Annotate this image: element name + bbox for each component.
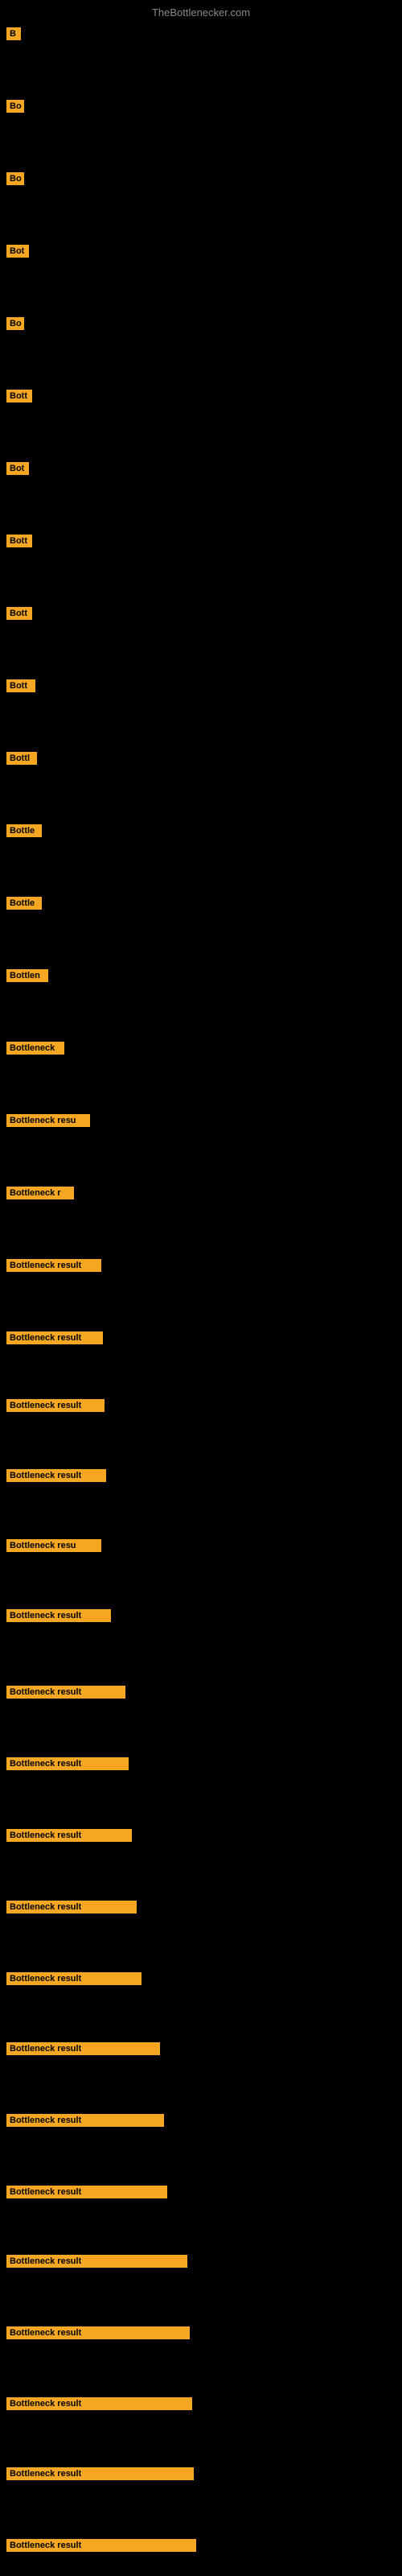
item-label: Bottleneck result <box>6 1259 101 1272</box>
list-item: B <box>0 23 402 45</box>
list-item: Bot <box>0 457 402 480</box>
item-label: Bottleneck result <box>6 1757 129 1770</box>
item-label: Bottleneck result <box>6 1331 103 1344</box>
item-label: Bottleneck r <box>6 1187 74 1199</box>
list-item: Bottle <box>0 892 402 914</box>
list-item: Bottleneck resu <box>0 1534 402 1557</box>
list-item: Bottleneck result <box>0 1824 402 1847</box>
list-item: Bottleneck result <box>0 1394 402 1417</box>
item-label: Bottleneck result <box>6 1609 111 1622</box>
item-label: Bottleneck result <box>6 1972 142 1985</box>
list-item: Bottleneck resu <box>0 1109 402 1132</box>
item-label: Bottleneck result <box>6 2397 192 2410</box>
item-label: Bottleneck result <box>6 1829 132 1842</box>
list-item: Bottleneck result <box>0 1681 402 1703</box>
item-label: Bott <box>6 679 35 692</box>
list-item: Bottleneck r <box>0 1182 402 1204</box>
list-item: Bottleneck result <box>0 2037 402 2060</box>
list-item: Bottleneck result <box>0 2462 402 2485</box>
item-label: Bott <box>6 607 32 620</box>
item-label: Bottleneck result <box>6 2114 164 2127</box>
list-item: Bott <box>0 675 402 697</box>
item-label: Bottlen <box>6 969 48 982</box>
list-item: Bottleneck result <box>0 1752 402 1775</box>
item-label: Bott <box>6 390 32 402</box>
item-label: Bottleneck result <box>6 1686 125 1699</box>
list-item: Bottleneck result <box>0 1604 402 1627</box>
item-label: Bottleneck result <box>6 2042 160 2055</box>
item-label: Bottle <box>6 897 42 910</box>
list-item: Bottleneck result <box>0 1464 402 1487</box>
item-label: Bo <box>6 172 24 185</box>
list-item: Bottleneck result <box>0 2322 402 2344</box>
list-item: Bott <box>0 385 402 407</box>
item-label: Bo <box>6 317 24 330</box>
item-label: Bottleneck result <box>6 1469 106 1482</box>
list-item: Bottleneck result <box>0 1327 402 1349</box>
list-item: Bottleneck <box>0 1037 402 1059</box>
item-label: Bottleneck result <box>6 2255 187 2268</box>
list-item: Bott <box>0 602 402 625</box>
item-label: Bottleneck <box>6 1042 64 1055</box>
item-label: Bottleneck result <box>6 2467 194 2480</box>
list-item: Bot <box>0 240 402 262</box>
item-label: Bottl <box>6 752 37 765</box>
list-item: Bottlen <box>0 964 402 987</box>
list-item: Bottl <box>0 747 402 770</box>
list-item: Bottle <box>0 819 402 842</box>
item-label: Bottle <box>6 824 42 837</box>
list-item: Bottleneck result <box>0 2109 402 2132</box>
list-item: Bott <box>0 530 402 552</box>
item-label: Bottleneck result <box>6 1901 137 1913</box>
list-item: Bo <box>0 167 402 190</box>
list-item: Bottleneck result <box>0 1967 402 1990</box>
item-label: Bottleneck result <box>6 1399 105 1412</box>
item-label: Bottleneck result <box>6 2186 167 2198</box>
list-item: Bottleneck result <box>0 2392 402 2415</box>
list-item: Bo <box>0 95 402 118</box>
list-item: Bottleneck result <box>0 2181 402 2203</box>
item-label: Bottleneck resu <box>6 1114 90 1127</box>
item-label: Bot <box>6 462 29 475</box>
list-item: Bottleneck result <box>0 2250 402 2273</box>
site-title: TheBottlenecker.com <box>0 0 402 22</box>
item-label: Bo <box>6 100 24 113</box>
list-item: Bo <box>0 312 402 335</box>
item-label: Bottleneck result <box>6 2326 190 2339</box>
list-item: Bottleneck result <box>0 2534 402 2557</box>
item-label: Bottleneck resu <box>6 1539 101 1552</box>
list-item: Bottleneck result <box>0 1254 402 1277</box>
item-label: B <box>6 27 21 40</box>
item-label: Bottleneck result <box>6 2539 196 2552</box>
item-label: Bot <box>6 245 29 258</box>
list-item: Bottleneck result <box>0 1896 402 1918</box>
item-label: Bott <box>6 535 32 547</box>
